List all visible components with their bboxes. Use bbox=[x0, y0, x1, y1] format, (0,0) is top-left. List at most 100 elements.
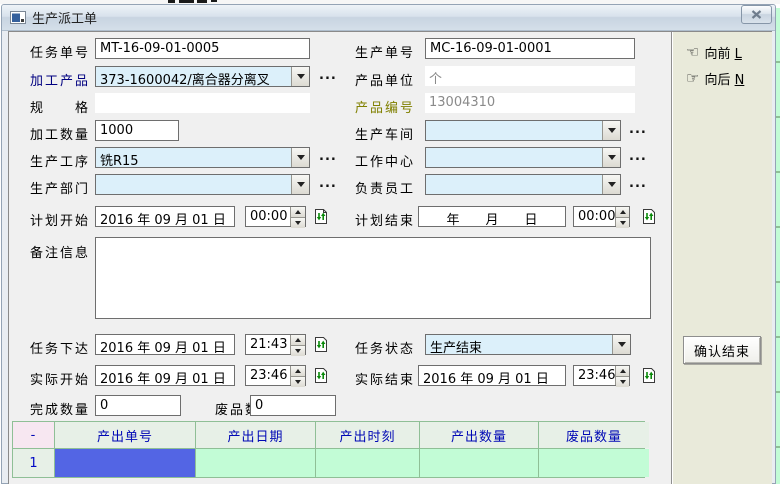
product-dropdown[interactable]: 373-1600042/离合器分离叉 bbox=[95, 66, 310, 87]
prod-no-input[interactable] bbox=[425, 38, 635, 59]
employee-label: 负责员工 bbox=[355, 178, 415, 197]
dept-value bbox=[96, 175, 291, 194]
product-label: 加工产品 bbox=[30, 70, 90, 89]
done-qty-input[interactable] bbox=[95, 395, 181, 416]
spec-label: 规 格 bbox=[30, 97, 90, 116]
refresh-button[interactable] bbox=[640, 366, 657, 384]
plan-end-time[interactable]: 00:00 bbox=[573, 206, 630, 227]
output-cell[interactable] bbox=[539, 449, 649, 477]
workshop-label: 生产车间 bbox=[355, 124, 415, 143]
chevron-down-icon[interactable] bbox=[291, 148, 309, 167]
workshop-more-button[interactable]: ... bbox=[629, 122, 647, 137]
output-cell[interactable] bbox=[316, 449, 419, 477]
column-header[interactable]: 废品数量 bbox=[539, 422, 649, 448]
nav-backward-label: 向后 N bbox=[704, 69, 744, 88]
spin-down-button[interactable] bbox=[291, 376, 305, 387]
employee-value bbox=[426, 175, 602, 194]
refresh-icon bbox=[313, 336, 329, 353]
spec-field[interactable] bbox=[95, 93, 310, 113]
hand-left-icon: ☜ bbox=[686, 45, 699, 60]
refresh-button[interactable] bbox=[312, 366, 329, 384]
prod-no-label: 生产单号 bbox=[355, 42, 415, 61]
plan-start-date[interactable]: 2016 年 09 月 01 日 bbox=[95, 206, 235, 227]
window-title: 生产派工单 bbox=[32, 8, 97, 27]
remark-textarea[interactable] bbox=[95, 237, 651, 319]
plan-end-label: 计划结束 bbox=[355, 210, 415, 229]
nav-forward-label: 向前 L bbox=[704, 43, 741, 62]
actual-start-time[interactable]: 23:46 bbox=[245, 365, 306, 386]
workshop-dropdown[interactable] bbox=[425, 120, 621, 141]
product-code-field: 13004310 bbox=[425, 93, 635, 113]
output-table: - 产出单号 产出日期 产出时刻 产出数量 废品数量 1 bbox=[12, 421, 645, 478]
product-value: 373-1600042/离合器分离叉 bbox=[96, 67, 291, 86]
plan-end-date[interactable]: 年 月 日 bbox=[418, 206, 566, 227]
title-bar[interactable]: 生产派工单 bbox=[2, 5, 775, 31]
chevron-down-icon[interactable] bbox=[602, 121, 620, 140]
spin-down-button[interactable] bbox=[616, 376, 629, 387]
column-header[interactable]: 产出单号 bbox=[55, 422, 195, 448]
actual-end-date[interactable]: 2016 年 09 月 01 日 bbox=[418, 365, 566, 386]
spin-up-button[interactable] bbox=[616, 366, 629, 376]
spin-down-button[interactable] bbox=[616, 217, 629, 228]
nav-backward[interactable]: ☞ 向后 N bbox=[686, 69, 744, 88]
chevron-down-icon[interactable] bbox=[291, 67, 309, 86]
plan-start-time[interactable]: 00:00 bbox=[245, 206, 306, 227]
chevron-down-icon[interactable] bbox=[602, 148, 620, 167]
spin-down-button[interactable] bbox=[291, 345, 305, 356]
chevron-down-icon[interactable] bbox=[602, 175, 620, 194]
actual-start-date[interactable]: 2016 年 09 月 01 日 bbox=[95, 365, 235, 386]
task-no-input[interactable] bbox=[95, 38, 310, 59]
time-value: 21:43 bbox=[246, 335, 290, 354]
output-cell[interactable] bbox=[420, 449, 538, 477]
task-issue-label: 任务下达 bbox=[30, 338, 90, 357]
close-button[interactable] bbox=[741, 5, 772, 24]
spin-up-button[interactable] bbox=[291, 366, 305, 376]
task-no-label: 任务单号 bbox=[30, 42, 90, 61]
row-number[interactable]: 1 bbox=[13, 449, 54, 477]
process-dropdown[interactable]: 铣R15 bbox=[95, 147, 310, 168]
chevron-down-icon[interactable] bbox=[612, 335, 630, 354]
task-issue-time[interactable]: 21:43 bbox=[245, 334, 306, 355]
column-header[interactable]: 产出日期 bbox=[196, 422, 315, 448]
confirm-end-button[interactable]: 确认结束 bbox=[683, 336, 761, 364]
background-grid-strip bbox=[776, 8, 780, 484]
actual-end-time[interactable]: 23:46 bbox=[573, 365, 630, 386]
dept-more-button[interactable]: ... bbox=[319, 176, 337, 191]
spin-up-button[interactable] bbox=[616, 207, 629, 217]
plan-start-label: 计划开始 bbox=[30, 210, 90, 229]
refresh-icon bbox=[313, 367, 329, 384]
output-cell-selected[interactable] bbox=[55, 449, 195, 477]
nav-forward[interactable]: ☜ 向前 L bbox=[686, 43, 742, 62]
task-issue-date[interactable]: 2016 年 09 月 01 日 bbox=[95, 334, 235, 355]
product-more-button[interactable]: ... bbox=[319, 68, 337, 83]
work-center-dropdown[interactable] bbox=[425, 147, 621, 168]
output-cell[interactable] bbox=[196, 449, 315, 477]
refresh-icon bbox=[641, 208, 657, 225]
chevron-down-icon[interactable] bbox=[291, 175, 309, 194]
spin-up-button[interactable] bbox=[291, 207, 305, 217]
hand-right-icon: ☞ bbox=[686, 71, 699, 86]
qty-input[interactable] bbox=[95, 120, 179, 141]
refresh-button[interactable] bbox=[312, 335, 329, 353]
refresh-button[interactable] bbox=[640, 207, 657, 225]
employee-dropdown[interactable] bbox=[425, 174, 621, 195]
side-panel bbox=[671, 32, 772, 484]
scrap-qty-input[interactable] bbox=[250, 395, 336, 416]
time-value: 23:46 bbox=[246, 366, 290, 385]
employee-more-button[interactable]: ... bbox=[629, 176, 647, 191]
table-corner-header[interactable]: - bbox=[13, 422, 54, 448]
time-value: 23:46 bbox=[574, 366, 615, 385]
spin-down-button[interactable] bbox=[291, 217, 305, 228]
task-status-dropdown[interactable]: 生产结束 bbox=[425, 334, 631, 355]
column-header[interactable]: 产出时刻 bbox=[316, 422, 419, 448]
task-status-label: 任务状态 bbox=[355, 338, 415, 357]
process-more-button[interactable]: ... bbox=[319, 149, 337, 164]
spin-up-button[interactable] bbox=[291, 335, 305, 345]
dept-dropdown[interactable] bbox=[95, 174, 310, 195]
refresh-button[interactable] bbox=[312, 207, 329, 225]
actual-start-label: 实际开始 bbox=[30, 369, 90, 388]
column-header[interactable]: 产出数量 bbox=[420, 422, 538, 448]
window-icon bbox=[10, 11, 26, 24]
dept-label: 生产部门 bbox=[30, 178, 90, 197]
work-center-more-button[interactable]: ... bbox=[629, 149, 647, 164]
